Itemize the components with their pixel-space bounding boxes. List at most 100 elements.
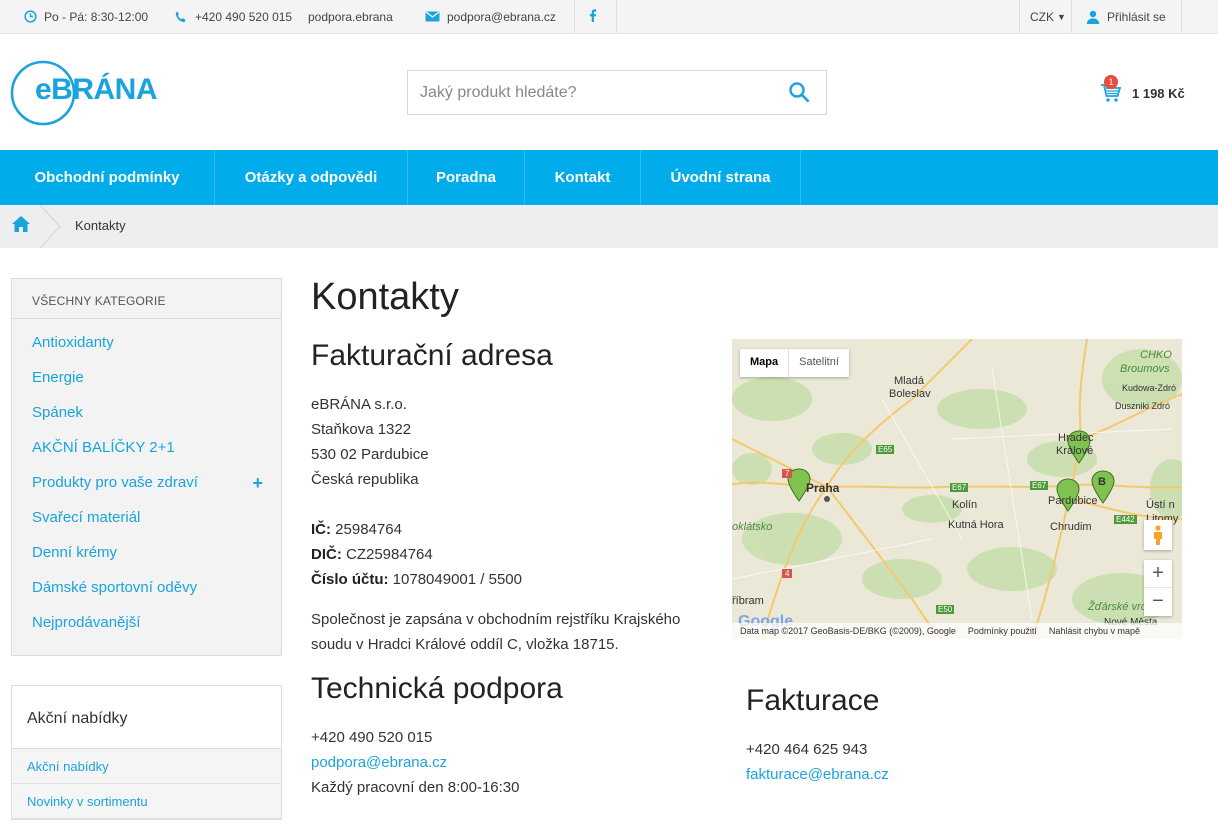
road-sign: E67 <box>950 483 969 492</box>
caret-down-icon: ▼ <box>1057 11 1066 22</box>
divider <box>616 0 617 33</box>
category-item[interactable]: Produkty pro vaše zdraví + <box>12 465 281 500</box>
skype-text: podpora.ebrana <box>308 9 393 24</box>
email-text: podpora@ebrana.cz <box>447 9 556 24</box>
login-link[interactable]: Přihlásit se <box>1086 0 1166 33</box>
map-label: CHKO <box>1140 349 1172 361</box>
logo[interactable]: eBRÁNA <box>10 59 170 127</box>
category-item[interactable]: Svařecí materiál <box>12 500 281 535</box>
ic-row: IČ: 25984764 <box>311 521 402 538</box>
divider <box>1181 0 1182 33</box>
map-label: Broumovs <box>1120 363 1170 375</box>
category-list: Antioxidanty Energie Spánek AKČNÍ BALÍČK… <box>12 319 281 640</box>
breadcrumb-current: Kontakty <box>75 218 126 233</box>
invoicing-contact: +420 464 625 943 fakturace@ebrana.cz <box>746 737 889 787</box>
map-label: Ústí n <box>1146 499 1175 511</box>
road-sign: E67 <box>1030 481 1049 490</box>
billing-heading: Fakturační adresa <box>311 339 553 372</box>
user-icon <box>1086 10 1100 24</box>
email-link[interactable]: podpora@ebrana.cz <box>425 0 556 33</box>
search-input[interactable] <box>408 71 768 114</box>
road-sign: E50 <box>936 605 955 614</box>
breadcrumb-separator <box>40 205 61 248</box>
map-type-control: Mapa Satelitní <box>740 349 849 377</box>
support-hours: Každý pracovní den 8:00-16:30 <box>311 779 520 796</box>
category-panel-title: VŠECHNY KATEGORIE <box>12 279 281 319</box>
nav-item-poradna[interactable]: Poradna <box>408 150 525 205</box>
mail-icon <box>425 11 440 22</box>
support-heading: Technická podpora <box>311 672 563 705</box>
nav-item-uvodni-strana[interactable]: Úvodní strana <box>641 150 801 205</box>
category-item[interactable]: Dámské sportovní oděvy <box>12 570 281 605</box>
logo-text: eBRÁNA <box>35 73 158 106</box>
divider <box>574 0 575 33</box>
page-title: Kontakty <box>311 276 459 318</box>
map-marker-label: B <box>1098 476 1106 488</box>
clock-icon <box>24 10 37 23</box>
category-item[interactable]: Antioxidanty <box>12 325 281 360</box>
opening-hours: Po - Pá: 8:30-12:00 <box>24 0 148 33</box>
phone-icon <box>174 10 188 24</box>
city: 530 02 Pardubice <box>311 446 429 463</box>
map-type-map[interactable]: Mapa <box>740 349 788 377</box>
map-label: Pardubice <box>1048 495 1098 507</box>
map-label: Duszniki Zdró <box>1115 401 1171 411</box>
company-name: eBRÁNA s.r.o. <box>311 396 407 413</box>
road-sign: 4 <box>782 569 793 578</box>
nav-item-kontakt[interactable]: Kontakt <box>525 150 641 205</box>
category-item[interactable]: AKČNÍ BALÍČKY 2+1 <box>12 430 281 465</box>
nav-item-otazky[interactable]: Otázky a odpovědi <box>215 150 408 205</box>
map-type-satellite[interactable]: Satelitní <box>788 349 849 377</box>
currency-select[interactable]: CZK ▼ <box>1030 0 1066 33</box>
map-footer: Data map ©2017 GeoBasis-DE/BKG (©2009), … <box>732 623 1182 639</box>
cart[interactable]: 1 1 198 Kč <box>1100 74 1185 104</box>
category-item[interactable]: Denní krémy <box>12 535 281 570</box>
phone-text: +420 490 520 015 <box>195 9 293 24</box>
map-label: Boleslav <box>889 388 931 400</box>
cart-total: 1 198 Kč <box>1132 85 1185 101</box>
top-bar: Po - Pá: 8:30-12:00 +420 490 520 015 pod… <box>0 0 1218 34</box>
invoicing-heading: Fakturace <box>746 684 880 717</box>
search-box <box>407 70 827 115</box>
map-label: Kolín <box>952 499 978 511</box>
category-item[interactable]: Spánek <box>12 395 281 430</box>
promo-link[interactable]: Novinky v sortimentu <box>12 784 281 819</box>
category-item[interactable]: Energie <box>12 360 281 395</box>
facebook-icon <box>589 8 597 25</box>
promo-panel: Akční nabídky Akční nabídky Novinky v so… <box>11 685 282 820</box>
invoicing-phone: +420 464 625 943 <box>746 741 868 758</box>
divider <box>1019 0 1020 33</box>
invoicing-email-link[interactable]: fakturace@ebrana.cz <box>746 766 889 783</box>
road-sign: E442 <box>1114 515 1137 524</box>
skype-link[interactable]: podpora.ebrana <box>308 0 393 33</box>
facebook-link[interactable] <box>589 0 597 33</box>
expand-plus-icon[interactable]: + <box>252 473 263 494</box>
road-sign: 7 <box>782 469 793 478</box>
phone-link[interactable]: +420 490 520 015 <box>174 0 292 33</box>
login-text: Přihlásit se <box>1107 9 1166 24</box>
support-contact: +420 490 520 015 podpora@ebrana.cz Každý… <box>311 725 519 800</box>
promo-link[interactable]: Akční nabídky <box>12 749 281 784</box>
category-item[interactable]: Nejprodávanější <box>12 605 281 640</box>
cart-count-badge: 1 <box>1104 75 1118 89</box>
header: eBRÁNA 1 1 198 Kč <box>0 34 1218 150</box>
map-label: oklátsko <box>732 521 773 533</box>
street: Staňkova 1322 <box>311 421 412 438</box>
street-view-pegman-icon[interactable] <box>1144 520 1172 550</box>
support-email-link[interactable]: podpora@ebrana.cz <box>311 754 447 771</box>
map-label: Praha <box>806 481 840 495</box>
hours-text: Po - Pá: 8:30-12:00 <box>44 9 149 24</box>
map-report-link[interactable]: Nahlásit chybu v mapě <box>1049 626 1140 636</box>
promo-panel-title: Akční nabídky <box>12 686 281 749</box>
map-terms-link[interactable]: Podmínky použití <box>968 626 1037 636</box>
search-icon[interactable] <box>788 81 812 105</box>
account-row: Číslo účtu: 1078049001 / 5500 <box>311 571 522 588</box>
breadcrumb: Kontakty <box>0 205 1218 248</box>
map-label: Mladá <box>894 375 924 387</box>
currency-value: CZK <box>1030 9 1054 24</box>
map[interactable]: B Mladá Boleslav CHKO Broumovs Kudowa-Zd… <box>732 339 1182 639</box>
zoom-in-button[interactable]: + <box>1144 560 1172 588</box>
nav-item-obchodni-podminky[interactable]: Obchodní podmínky <box>0 150 215 205</box>
registration-note: Společnost je zapsána v obchodním rejstř… <box>311 611 681 653</box>
zoom-out-button[interactable]: − <box>1144 588 1172 616</box>
